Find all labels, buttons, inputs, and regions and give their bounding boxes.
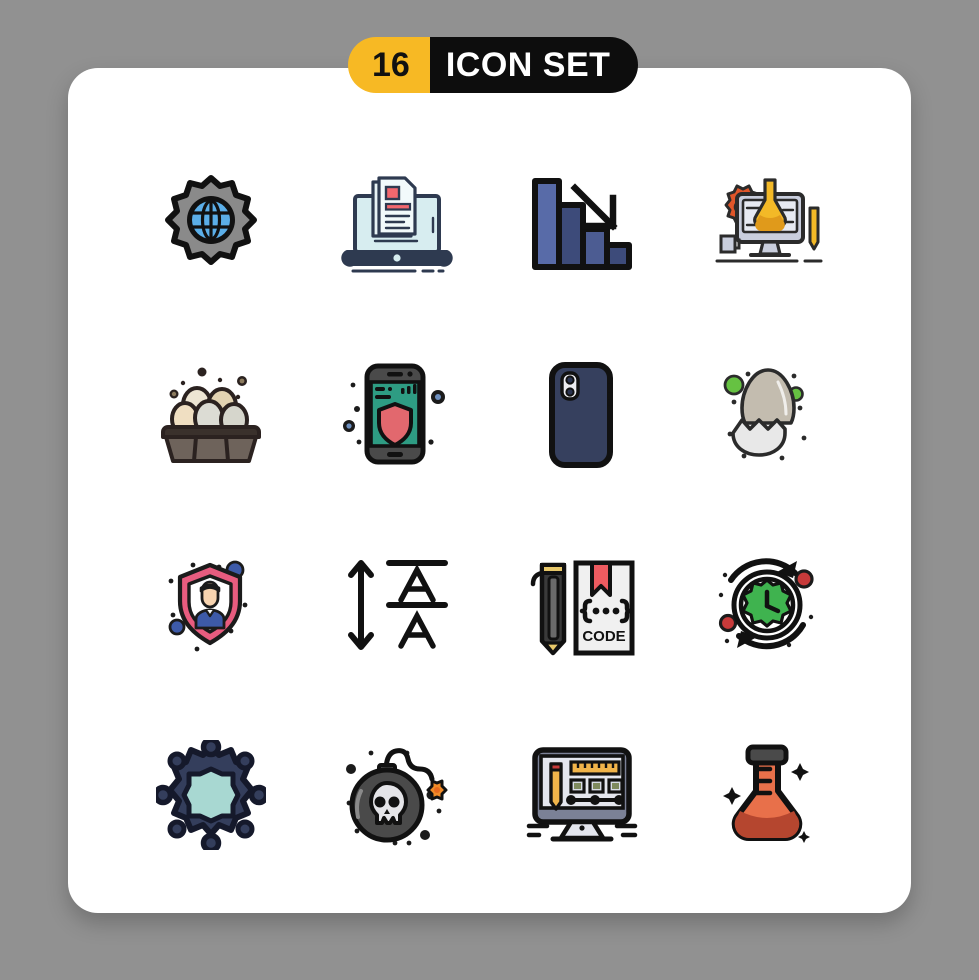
bomb-skull-explosive-icon bbox=[345, 748, 448, 846]
ship-wheel-helm-icon bbox=[155, 740, 266, 850]
icon-set-poster: 16 ICON SET CODE bbox=[0, 0, 979, 980]
icon-count-label: 16 bbox=[348, 37, 430, 93]
icon-cell-11[interactable]: CODE bbox=[490, 510, 676, 700]
icon-cell-15[interactable] bbox=[490, 700, 676, 890]
icon-cell-16[interactable] bbox=[675, 700, 861, 890]
user-shield-protection-icon bbox=[168, 560, 248, 652]
laptop-document-file-icon bbox=[340, 176, 453, 273]
clock-history-refresh-icon bbox=[718, 558, 814, 650]
icon-cell-12[interactable] bbox=[675, 510, 861, 700]
cracked-egg-shell-icon bbox=[723, 368, 807, 461]
icon-cell-5[interactable] bbox=[118, 320, 304, 510]
icon-grid: CODE bbox=[118, 130, 861, 890]
icon-cell-4[interactable] bbox=[675, 130, 861, 320]
science-lab-monitor-flask-icon bbox=[715, 178, 823, 263]
mobile-security-shield-icon bbox=[342, 363, 445, 465]
icon-cell-2[interactable] bbox=[304, 130, 490, 320]
header-badge: 16 ICON SET bbox=[348, 37, 639, 93]
icon-cell-6[interactable] bbox=[304, 320, 490, 510]
icon-cell-13[interactable] bbox=[118, 700, 304, 890]
icon-cell-14[interactable] bbox=[304, 700, 490, 890]
icon-cell-1[interactable] bbox=[118, 130, 304, 320]
icon-cell-8[interactable] bbox=[675, 320, 861, 510]
icon-cell-7[interactable] bbox=[490, 320, 676, 510]
smartphone-back-camera-icon bbox=[549, 362, 614, 468]
icon-set-title: ICON SET bbox=[429, 37, 639, 93]
chemistry-flask-beaker-icon bbox=[723, 744, 811, 843]
icon-cell-9[interactable] bbox=[118, 510, 304, 700]
code-book-pencil-icon: CODE bbox=[531, 560, 635, 656]
design-monitor-tools-icon bbox=[527, 747, 638, 842]
icon-cell-10[interactable] bbox=[304, 510, 490, 700]
decreasing-bar-chart-loss-icon bbox=[532, 178, 633, 270]
icon-cell-3[interactable] bbox=[490, 130, 676, 320]
global-settings-gear-globe-icon bbox=[164, 175, 257, 265]
egg-carton-tray-icon bbox=[160, 367, 261, 463]
code-book-label: CODE bbox=[583, 628, 626, 645]
line-spacing-text-icon bbox=[347, 560, 448, 650]
